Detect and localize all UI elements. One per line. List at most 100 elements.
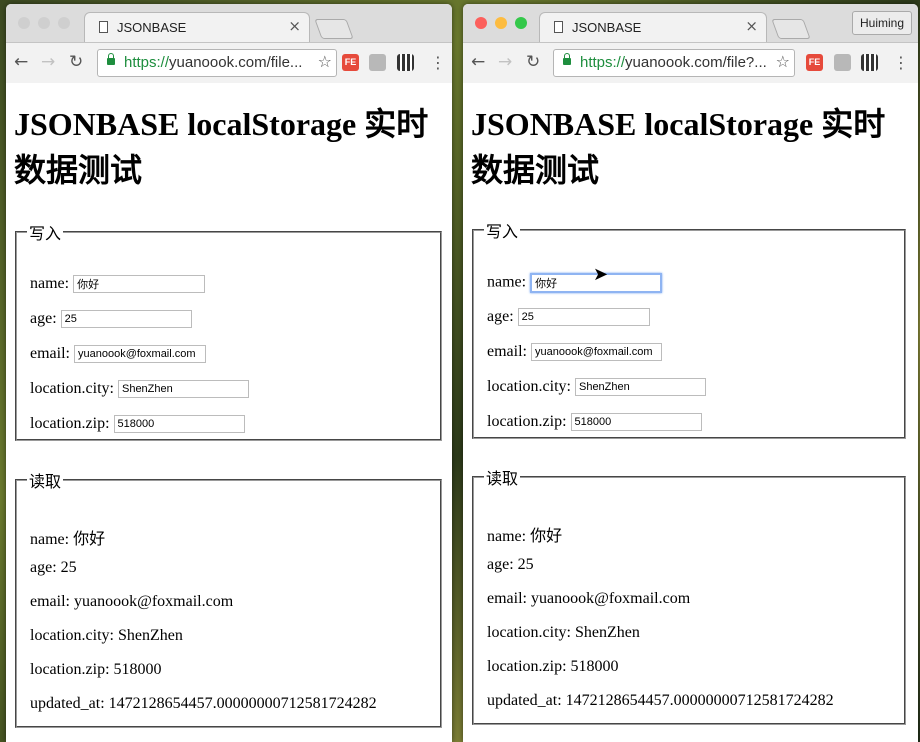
title-bar: JSONBASE × [6, 4, 452, 43]
url-scheme: https:// [124, 54, 170, 71]
camera-extension-icon[interactable] [369, 54, 386, 71]
forward-arrow-icon[interactable]: → [41, 52, 55, 72]
reload-icon[interactable]: ↻ [69, 52, 83, 72]
city-label: location.city: [30, 380, 114, 397]
read-legend: 读取 [29, 474, 62, 491]
page-icon [554, 21, 563, 33]
city-row: location.city: [30, 380, 249, 399]
page-title: JSONBASE localStorage 实时数据测试 [471, 106, 886, 188]
page-title: JSONBASE localStorage 实时数据测试 [14, 106, 429, 188]
address-bar[interactable]: https://yuanoook.com/file... ☆ [97, 49, 337, 77]
tab-title: JSONBASE [572, 20, 642, 35]
address-bar[interactable]: https://yuanoook.com/file?... ☆ [553, 49, 795, 77]
name-row: name: [487, 273, 663, 293]
readout-age: age: 25 [487, 556, 534, 573]
name-row: name: [30, 275, 206, 294]
zip-input[interactable] [570, 413, 702, 432]
email-label: email: [30, 345, 70, 362]
lock-icon [563, 53, 571, 65]
url-text: yuanoook.com/file?... [625, 54, 767, 71]
zoom-window-button[interactable] [58, 17, 70, 29]
readout-name: name: 你好 [30, 531, 106, 548]
age-row: age: [487, 308, 650, 327]
zip-label: location.zip: [30, 415, 110, 432]
close-window-button[interactable] [475, 17, 487, 29]
city-row: location.city: [487, 378, 706, 397]
age-input[interactable] [517, 308, 650, 327]
back-arrow-icon[interactable]: ← [14, 52, 28, 72]
menu-dots-icon[interactable]: ⋮ [893, 53, 909, 72]
readout-name: name: 你好 [487, 528, 563, 545]
qr-code-extension-icon[interactable] [397, 54, 414, 71]
menu-dots-icon[interactable]: ⋮ [430, 53, 446, 72]
minimize-window-button[interactable] [38, 17, 50, 29]
url-text: yuanoook.com/file... [169, 54, 303, 71]
reload-icon[interactable]: ↻ [526, 52, 540, 72]
minimize-window-button[interactable] [495, 17, 507, 29]
readout-age: age: 25 [30, 559, 77, 576]
city-label: location.city: [487, 378, 571, 395]
readout-city: location.city: ShenZhen [487, 624, 640, 641]
readout-zip: location.zip: 518000 [487, 658, 619, 675]
close-tab-icon[interactable]: × [288, 17, 301, 35]
zip-input[interactable] [113, 415, 245, 434]
read-legend: 读取 [486, 471, 519, 488]
city-input[interactable] [117, 380, 249, 399]
readout-email: email: yuanoook@foxmail.com [487, 590, 691, 607]
lock-icon [107, 53, 115, 65]
fe-extension-icon[interactable]: FE [342, 54, 359, 71]
readout-city: location.city: ShenZhen [30, 627, 183, 644]
write-legend: 写入 [486, 224, 519, 241]
browser-toolbar: ← → ↻ https://yuanoook.com/file?... ☆ FE… [463, 43, 918, 84]
browser-tab[interactable]: JSONBASE × [539, 12, 767, 42]
back-arrow-icon[interactable]: ← [471, 52, 485, 72]
bookmark-star-icon[interactable]: ☆ [318, 52, 332, 71]
readout-updated-at: updated_at: 1472128654457.00000000712581… [30, 695, 377, 712]
read-fieldset: 读取 name: 你好 age: 25 email: yuanoook@foxm… [472, 465, 906, 725]
zoom-window-button[interactable] [515, 17, 527, 29]
age-row: age: [30, 310, 192, 329]
name-label: name: [487, 273, 527, 291]
zip-label: location.zip: [487, 413, 567, 430]
browser-toolbar: ← → ↻ https://yuanoook.com/file... ☆ FE … [6, 43, 452, 84]
forward-arrow-icon[interactable]: → [498, 52, 512, 72]
email-row: email: [30, 345, 206, 364]
mouse-pointer-icon: ➤ [593, 264, 609, 285]
age-label: age: [30, 310, 57, 327]
title-bar: JSONBASE × Huiming [463, 4, 918, 43]
city-input[interactable] [574, 378, 706, 397]
zip-row: location.zip: [30, 415, 245, 434]
read-fieldset: 读取 name: 你好 age: 25 email: yuanoook@foxm… [15, 468, 442, 728]
age-label: age: [487, 308, 514, 325]
email-row: email: [487, 343, 662, 362]
qr-code-extension-icon[interactable] [861, 54, 878, 71]
new-tab-button[interactable] [314, 19, 354, 39]
fe-extension-icon[interactable]: FE [806, 54, 823, 71]
browser-tab[interactable]: JSONBASE × [84, 12, 310, 42]
email-input[interactable] [73, 345, 206, 364]
readout-zip: location.zip: 518000 [30, 661, 162, 678]
write-legend: 写入 [29, 226, 62, 243]
bookmark-star-icon[interactable]: ☆ [776, 52, 790, 71]
close-window-button[interactable] [18, 17, 30, 29]
write-fieldset: 写入 name: age: email: location.city: loca… [15, 220, 442, 441]
tab-title: JSONBASE [117, 20, 187, 35]
close-tab-icon[interactable]: × [745, 17, 758, 35]
page-content: JSONBASE localStorage 实时数据测试 写入 name: ag… [6, 83, 452, 742]
profile-button[interactable]: Huiming [851, 11, 912, 35]
url-scheme: https:// [580, 54, 626, 71]
name-input[interactable] [73, 275, 206, 294]
email-input[interactable] [530, 343, 662, 362]
write-fieldset: 写入 name: age: email: location.city: loca… [472, 218, 906, 439]
page-content: JSONBASE localStorage 实时数据测试 写入 name: ag… [463, 83, 918, 742]
browser-window-left: JSONBASE × ← → ↻ https://yuanoook.com/fi… [6, 4, 452, 742]
name-label: name: [30, 275, 70, 292]
readout-updated-at: updated_at: 1472128654457.00000000712581… [487, 692, 834, 709]
new-tab-button[interactable] [771, 19, 811, 39]
email-label: email: [487, 343, 527, 360]
camera-extension-icon[interactable] [834, 54, 851, 71]
readout-email: email: yuanoook@foxmail.com [30, 593, 234, 610]
zip-row: location.zip: [487, 413, 702, 432]
browser-window-right: JSONBASE × Huiming ← → ↻ https://yuanooo… [463, 4, 918, 742]
age-input[interactable] [60, 310, 192, 329]
